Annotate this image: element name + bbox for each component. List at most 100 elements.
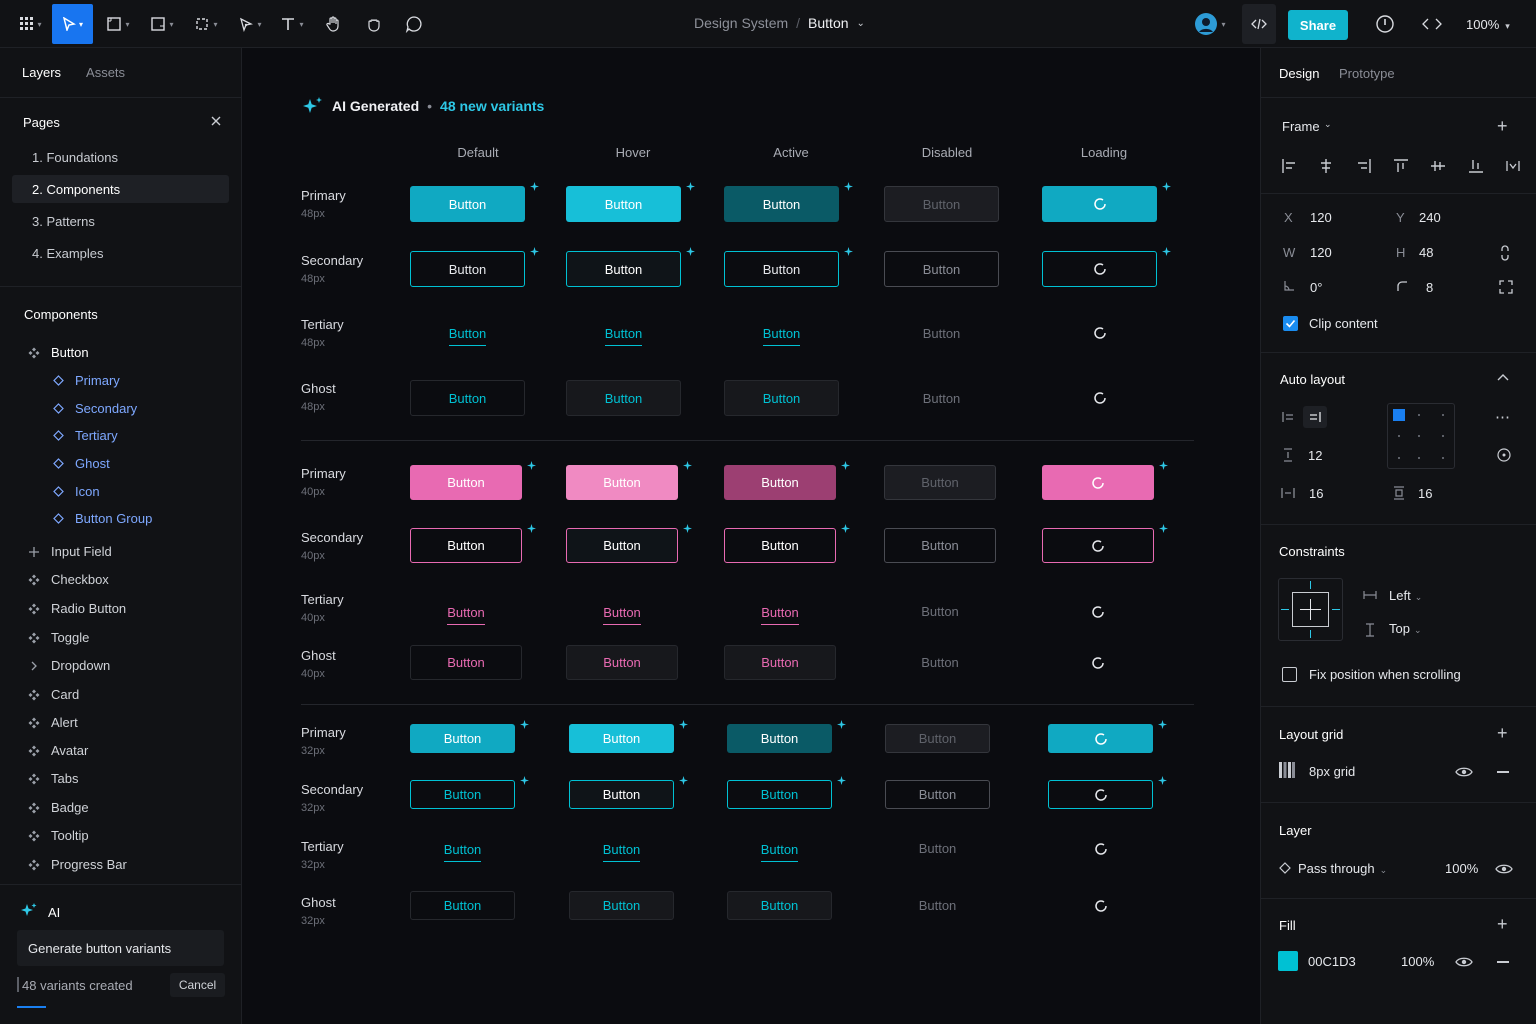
- button-primary-loading-48px[interactable]: [1042, 186, 1157, 222]
- layer-item-radio-button[interactable]: Radio Button: [27, 601, 126, 616]
- settings-circle-icon[interactable]: [1497, 448, 1511, 462]
- button-ghost-hover-40px[interactable]: Button: [566, 645, 678, 680]
- align-top-icon[interactable]: [1393, 158, 1409, 176]
- layer-item-primary[interactable]: Primary: [51, 373, 120, 388]
- x-input[interactable]: 120: [1310, 210, 1332, 225]
- button-secondary-hover-40px[interactable]: Button: [566, 528, 678, 563]
- button-secondary-disabled-32px[interactable]: Button: [885, 780, 990, 809]
- button-tertiary-default-32px[interactable]: Button: [410, 834, 515, 863]
- button-tertiary-loading-32px[interactable]: [1048, 834, 1153, 863]
- close-icon[interactable]: [211, 116, 221, 126]
- direction-horizontal-icon[interactable]: [1303, 406, 1327, 428]
- button-tertiary-default-48px[interactable]: Button: [410, 315, 525, 351]
- button-tertiary-hover-40px[interactable]: Button: [566, 594, 678, 629]
- frame-label[interactable]: Frame: [1282, 119, 1320, 134]
- layer-opacity-input[interactable]: 100%: [1445, 861, 1478, 876]
- button-primary-disabled-40px[interactable]: Button: [884, 465, 996, 500]
- button-ghost-active-32px[interactable]: Button: [727, 891, 832, 920]
- button-primary-disabled-32px[interactable]: Button: [885, 724, 990, 753]
- tab-assets[interactable]: Assets: [86, 65, 125, 80]
- align-center-h-icon[interactable]: [1318, 158, 1334, 176]
- tab-layers[interactable]: Layers: [22, 65, 61, 80]
- eye-icon[interactable]: [1455, 766, 1473, 778]
- eye-icon[interactable]: [1455, 956, 1473, 968]
- button-secondary-active-32px[interactable]: Button: [727, 780, 832, 809]
- breadcrumb[interactable]: Design System / Button ⌄: [694, 15, 865, 31]
- move-tool-button[interactable]: ▾: [52, 4, 93, 44]
- button-ghost-hover-48px[interactable]: Button: [566, 380, 681, 416]
- layer-item-alert[interactable]: Alert: [27, 715, 78, 730]
- button-tertiary-loading-48px[interactable]: [1042, 315, 1157, 351]
- layer-item-tertiary[interactable]: Tertiary: [51, 428, 118, 443]
- main-menu-button[interactable]: ▾: [14, 4, 48, 44]
- rotation-input[interactable]: 0°: [1310, 280, 1322, 295]
- independent-corners-icon[interactable]: [1499, 280, 1513, 294]
- button-tertiary-active-32px[interactable]: Button: [727, 834, 832, 863]
- button-ghost-default-48px[interactable]: Button: [410, 380, 525, 416]
- layer-item-dropdown[interactable]: Dropdown: [27, 658, 110, 673]
- button-primary-default-48px[interactable]: Button: [410, 186, 525, 222]
- button-secondary-default-32px[interactable]: Button: [410, 780, 515, 809]
- clip-content-checkbox[interactable]: [1283, 316, 1298, 331]
- button-primary-loading-40px[interactable]: [1042, 465, 1154, 500]
- remove-icon[interactable]: [1497, 961, 1509, 963]
- constraint-widget[interactable]: [1278, 578, 1343, 641]
- button-tertiary-default-40px[interactable]: Button: [410, 594, 522, 629]
- button-ghost-loading-48px[interactable]: [1042, 380, 1157, 416]
- button-secondary-hover-32px[interactable]: Button: [569, 780, 674, 809]
- button-tertiary-active-40px[interactable]: Button: [724, 594, 836, 629]
- button-ghost-disabled-48px[interactable]: Button: [884, 380, 999, 416]
- y-input[interactable]: 240: [1419, 210, 1441, 225]
- tab-design[interactable]: Design: [1279, 66, 1319, 81]
- layer-item-toggle[interactable]: Toggle: [27, 630, 89, 645]
- user-avatar-button[interactable]: ▾: [1188, 4, 1232, 44]
- eye-icon[interactable]: [1495, 863, 1513, 875]
- button-primary-active-48px[interactable]: Button: [724, 186, 839, 222]
- page-item-examples[interactable]: 4. Examples: [12, 239, 229, 267]
- button-secondary-disabled-48px[interactable]: Button: [884, 251, 999, 287]
- button-ghost-default-40px[interactable]: Button: [410, 645, 522, 680]
- text-tool-button[interactable]: ▾: [276, 4, 308, 44]
- h-input[interactable]: 48: [1419, 245, 1433, 260]
- frame-tool-button[interactable]: ▾: [100, 4, 136, 44]
- vertical-constraint-select[interactable]: Top ⌄: [1389, 621, 1422, 636]
- button-ghost-loading-32px[interactable]: [1048, 891, 1153, 920]
- align-right-icon[interactable]: [1356, 158, 1372, 176]
- ai-cancel-button[interactable]: Cancel: [170, 973, 225, 997]
- button-secondary-disabled-40px[interactable]: Button: [884, 528, 996, 563]
- w-input[interactable]: 120: [1310, 245, 1332, 260]
- radius-input[interactable]: 8: [1426, 280, 1433, 295]
- button-secondary-default-48px[interactable]: Button: [410, 251, 525, 287]
- button-ghost-disabled-32px[interactable]: Button: [885, 891, 990, 920]
- align-center-v-icon[interactable]: [1430, 158, 1446, 176]
- horizontal-padding-input[interactable]: 16: [1309, 486, 1323, 501]
- button-primary-hover-40px[interactable]: Button: [566, 465, 678, 500]
- grid-name[interactable]: 8px grid: [1309, 764, 1355, 779]
- comment-tool-button[interactable]: [398, 4, 430, 44]
- horizontal-constraint-select[interactable]: Left ⌄: [1389, 588, 1422, 603]
- button-secondary-loading-40px[interactable]: [1042, 528, 1154, 563]
- button-ghost-disabled-40px[interactable]: Button: [884, 645, 996, 680]
- button-ghost-hover-32px[interactable]: Button: [569, 891, 674, 920]
- layer-item-progress-bar[interactable]: Progress Bar: [27, 857, 127, 872]
- grab-tool-button[interactable]: [358, 4, 390, 44]
- chevron-up-icon[interactable]: [1497, 373, 1509, 381]
- direction-vertical-icon[interactable]: [1281, 410, 1295, 424]
- chevron-down-icon[interactable]: ⌄: [1324, 119, 1332, 130]
- add-icon[interactable]: +: [1497, 116, 1508, 137]
- button-tertiary-loading-40px[interactable]: [1042, 594, 1154, 629]
- layer-item-icon[interactable]: Icon: [51, 484, 100, 499]
- present-button[interactable]: [1372, 4, 1398, 44]
- chevron-down-icon[interactable]: ⌄: [857, 18, 865, 29]
- layer-item-checkbox[interactable]: Checkbox: [27, 572, 109, 587]
- button-primary-disabled-48px[interactable]: Button: [884, 186, 999, 222]
- button-tertiary-disabled-40px[interactable]: Button: [884, 594, 996, 629]
- layer-item-button[interactable]: Button: [27, 345, 89, 360]
- share-button[interactable]: Share: [1288, 10, 1348, 40]
- button-tertiary-disabled-32px[interactable]: Button: [885, 834, 990, 863]
- ai-prompt-input[interactable]: Generate button variants: [17, 930, 224, 966]
- button-primary-active-40px[interactable]: Button: [724, 465, 836, 500]
- add-icon[interactable]: +: [1497, 914, 1508, 935]
- design-canvas[interactable]: AI Generated • 48 new variants Default Ho…: [242, 48, 1260, 1024]
- button-tertiary-hover-32px[interactable]: Button: [569, 834, 674, 863]
